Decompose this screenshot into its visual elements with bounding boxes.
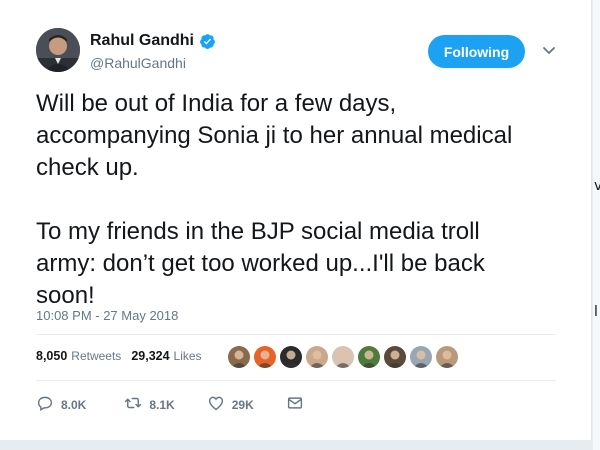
- page-edge: [593, 0, 600, 450]
- likes-stat[interactable]: 29,324 Likes: [131, 349, 201, 363]
- author-name-row[interactable]: Rahul Gandhi: [90, 32, 216, 50]
- divider: [36, 380, 556, 381]
- retweet-button[interactable]: 8.1K: [124, 394, 175, 415]
- likes-count: 29,324: [131, 349, 170, 363]
- likes-label: Likes: [173, 349, 202, 363]
- retweets-count: 8,050: [36, 349, 68, 363]
- retweets-label: Retweets: [71, 349, 122, 363]
- author-avatar[interactable]: [36, 28, 80, 72]
- liker-avatar-2[interactable]: [254, 346, 276, 368]
- following-button[interactable]: Following: [428, 35, 525, 68]
- liker-avatar-9[interactable]: [436, 346, 458, 368]
- liker-avatar-3[interactable]: [280, 346, 302, 368]
- engagement-stats: 8,050 Retweets 29,324 Likes: [36, 349, 212, 363]
- tweet-actions: 8.0K 8.1K 29K: [36, 394, 311, 415]
- envelope-icon: [286, 394, 311, 415]
- retweet-icon: [124, 394, 149, 415]
- like-count: 29K: [231, 397, 254, 412]
- liker-avatar-8[interactable]: [410, 346, 432, 368]
- liker-avatar-7[interactable]: [384, 346, 406, 368]
- edge-fragment: l: [594, 304, 598, 320]
- liker-avatar-1[interactable]: [228, 346, 250, 368]
- retweet-count: 8.1K: [149, 397, 175, 412]
- tweet-card: Rahul Gandhi @RahulGandhi Following Will…: [0, 0, 592, 440]
- heart-icon: [207, 394, 232, 415]
- liker-avatars: [228, 346, 458, 368]
- chevron-down-icon[interactable]: [541, 42, 557, 58]
- tweet-timestamp[interactable]: 10:08 PM - 27 May 2018: [36, 308, 178, 323]
- reply-count: 8.0K: [61, 397, 87, 412]
- tweet-text: Will be out of India for a few days, acc…: [36, 90, 513, 309]
- divider: [36, 334, 556, 335]
- reply-icon: [36, 394, 61, 415]
- liker-avatar-6[interactable]: [358, 346, 380, 368]
- liker-avatar-5[interactable]: [332, 346, 354, 368]
- author-handle[interactable]: @RahulGandhi: [90, 55, 186, 71]
- reply-button[interactable]: 8.0K: [36, 394, 86, 415]
- direct-message-button[interactable]: [286, 394, 311, 415]
- retweets-stat[interactable]: 8,050 Retweets: [36, 349, 121, 363]
- like-button[interactable]: 29K: [207, 394, 254, 415]
- author-display-name[interactable]: Rahul Gandhi: [90, 32, 194, 50]
- liker-avatar-4[interactable]: [306, 346, 328, 368]
- edge-fragment: v: [594, 178, 600, 194]
- verified-badge-icon: [199, 33, 216, 50]
